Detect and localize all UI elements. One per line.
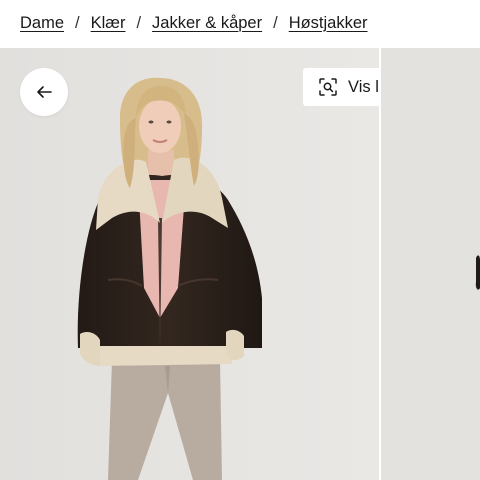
next-photo-illustration	[381, 48, 480, 480]
product-image-gallery[interactable]: Vis lignende	[0, 48, 480, 480]
show-similar-label: Vis lignende	[348, 77, 379, 96]
breadcrumb-separator: /	[75, 13, 80, 32]
visual-search-icon	[318, 77, 338, 97]
back-button[interactable]	[20, 68, 68, 116]
product-photo-illustration	[0, 48, 379, 480]
next-product-image[interactable]	[381, 48, 480, 480]
breadcrumb-item-klaer[interactable]: Klær	[91, 14, 126, 33]
arrow-left-icon	[37, 86, 52, 98]
breadcrumb-separator: /	[136, 13, 142, 32]
show-similar-button[interactable]: Vis lignende	[303, 68, 379, 106]
breadcrumb: Dame / Klær / Jakker & kåper / Høstjakke…	[0, 0, 480, 46]
breadcrumb-item-dame[interactable]: Dame	[20, 14, 64, 33]
breadcrumb-item-jakker-kaper[interactable]: Jakker & kåper	[152, 14, 262, 33]
breadcrumb-separator: /	[273, 13, 278, 32]
breadcrumb-item-hostjakker[interactable]: Høstjakker	[289, 14, 368, 33]
product-image[interactable]: Vis lignende	[0, 48, 379, 480]
